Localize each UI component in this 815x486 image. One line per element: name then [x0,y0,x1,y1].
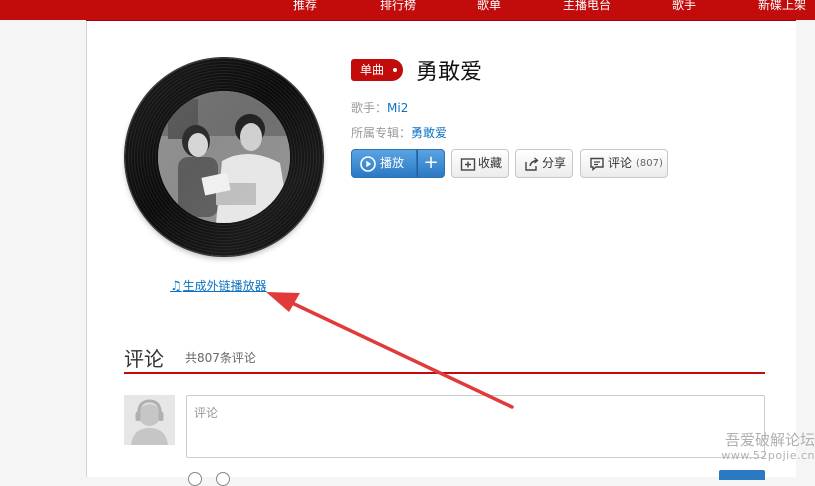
share-label: 分享 [542,156,567,170]
play-button[interactable]: 播放 [351,149,417,178]
nav-item-new-albums[interactable]: 新碟上架 [758,0,806,20]
nav-item-playlists[interactable]: 歌单 [477,0,501,20]
left-background [0,20,86,477]
watermark-url: www.52pojie.cn [721,449,815,462]
play-circle-icon [360,156,376,172]
collect-button[interactable]: 收藏 [451,149,509,178]
album-row: 所属专辑：勇敢爱 [351,124,447,141]
generate-player-link[interactable]: ♫生成外链播放器 [170,277,267,294]
default-avatar-icon [124,395,175,445]
send-comment-button[interactable] [719,470,765,480]
share-icon [525,157,539,171]
mention-icon[interactable] [216,472,230,486]
nav-item-charts[interactable]: 排行榜 [380,0,416,20]
nav-item-recommend[interactable]: 推荐 [293,0,317,20]
play-label: 播放 [380,156,405,170]
user-avatar [124,395,175,445]
add-to-playlist-button[interactable]: + [417,149,445,178]
collect-label: 收藏 [478,156,503,170]
badge-dot-icon [393,68,397,72]
singer-link[interactable]: Mi2 [387,101,408,115]
generate-player-label: 生成外链播放器 [182,279,267,293]
comment-label: 评论 [608,156,633,170]
nav-item-radio[interactable]: 主播电台 [563,0,611,20]
comment-icon [590,157,604,171]
folder-plus-icon [460,158,476,171]
album-link[interactable]: 勇敢爱 [411,126,447,140]
nav-item-artists[interactable]: 歌手 [672,0,696,20]
comments-divider [124,372,765,374]
right-background [796,20,815,477]
share-button[interactable]: 分享 [515,149,573,178]
comment-button[interactable]: 评论 (807) [580,149,668,178]
top-nav: 推荐 排行榜 歌单 主播电台 歌手 新碟上架 [0,0,815,21]
album-label: 所属专辑： [351,126,412,140]
emoji-icon[interactable] [188,472,202,486]
comment-input[interactable] [186,395,765,458]
single-badge: 单曲 [351,59,403,81]
singer-row: 歌手：Mi2 [351,99,408,116]
comments-heading: 评论 [124,347,164,371]
watermark: 吾爱破解论坛 www.52pojie.cn [694,432,815,464]
song-title: 勇敢爱 [416,60,483,85]
single-badge-label: 单曲 [360,63,385,77]
watermark-name: 吾爱破解论坛 [724,431,815,449]
music-note-icon: ♫ [170,279,182,294]
comments-total: 共807条评论 [185,351,256,365]
album-cover-vinyl [125,58,323,256]
comment-count: (807) [636,158,663,169]
album-cover-image [158,91,290,223]
singer-label: 歌手： [351,101,388,115]
